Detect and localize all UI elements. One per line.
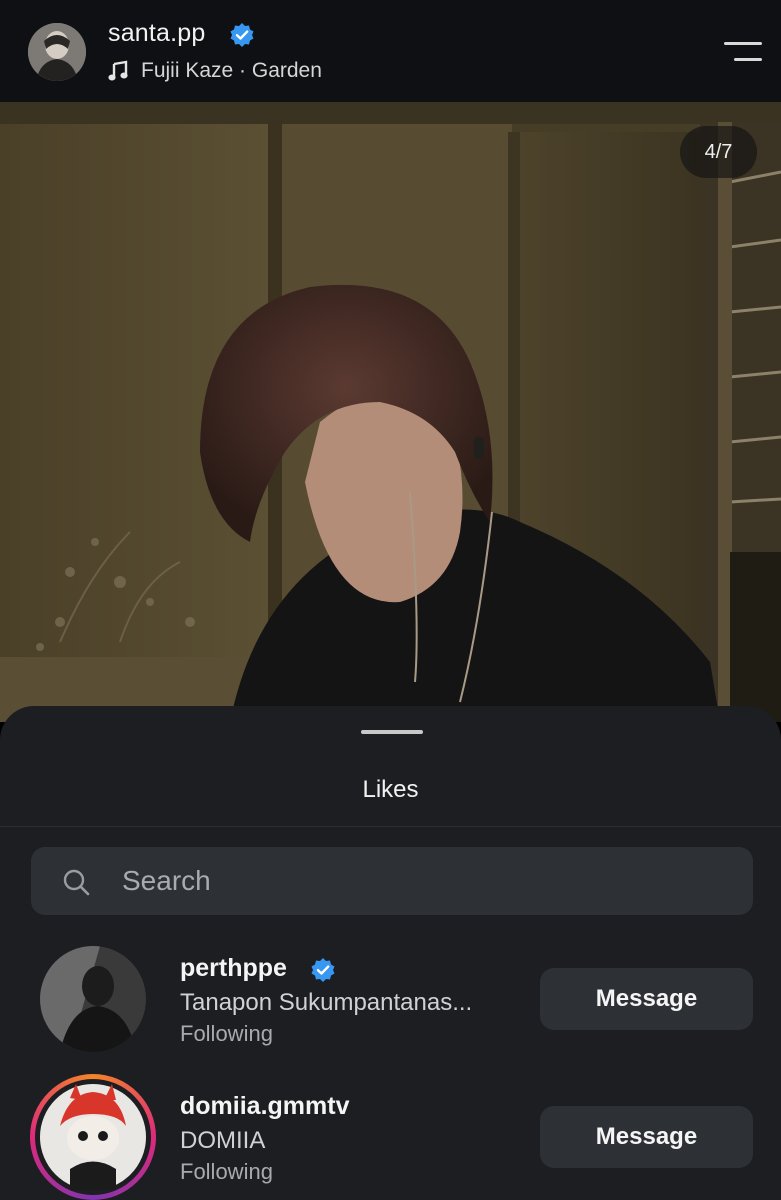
menu-icon[interactable] [716, 36, 762, 68]
user-fullname: DOMIIA [180, 1127, 266, 1154]
user-username[interactable]: perthppe [180, 954, 287, 983]
sheet-drag-handle[interactable] [361, 730, 423, 734]
user-username[interactable]: domiia.gmmtv [180, 1092, 349, 1121]
user-fullname: Tanapon Sukumpantanas... [180, 989, 473, 1016]
verified-badge-icon [230, 23, 254, 47]
user-avatar[interactable] [30, 1074, 156, 1200]
post-photo[interactable]: 4/7 [0, 102, 781, 722]
list-item[interactable]: domiia.gmmtv DOMIIA Following Message [0, 1070, 781, 1200]
search-icon [63, 869, 90, 896]
list-item[interactable]: perthppe Tanapon Sukumpantanas... Follow… [0, 932, 781, 1052]
follow-status: Following [180, 1159, 273, 1184]
message-button[interactable]: Message [540, 1106, 753, 1168]
search-input[interactable] [122, 847, 722, 915]
post-header: santa.pp Fujii Kaze · Garden [0, 0, 781, 102]
message-button[interactable]: Message [540, 968, 753, 1030]
music-note-icon [108, 60, 128, 81]
follow-status: Following [180, 1021, 273, 1046]
post-photo-image [0, 102, 781, 722]
author-username[interactable]: santa.pp [108, 19, 206, 48]
search-bar[interactable] [31, 847, 753, 915]
user-avatar[interactable] [40, 946, 146, 1052]
author-avatar[interactable] [28, 23, 86, 81]
song-label[interactable]: Fujii Kaze · Garden [141, 59, 322, 83]
likes-sheet: Likes perthppe Tanapon Sukumpantanas... … [0, 706, 781, 1200]
sheet-divider [0, 826, 781, 827]
carousel-counter: 4/7 [680, 126, 757, 178]
verified-badge-icon [311, 958, 335, 982]
sheet-title: Likes [362, 776, 419, 803]
